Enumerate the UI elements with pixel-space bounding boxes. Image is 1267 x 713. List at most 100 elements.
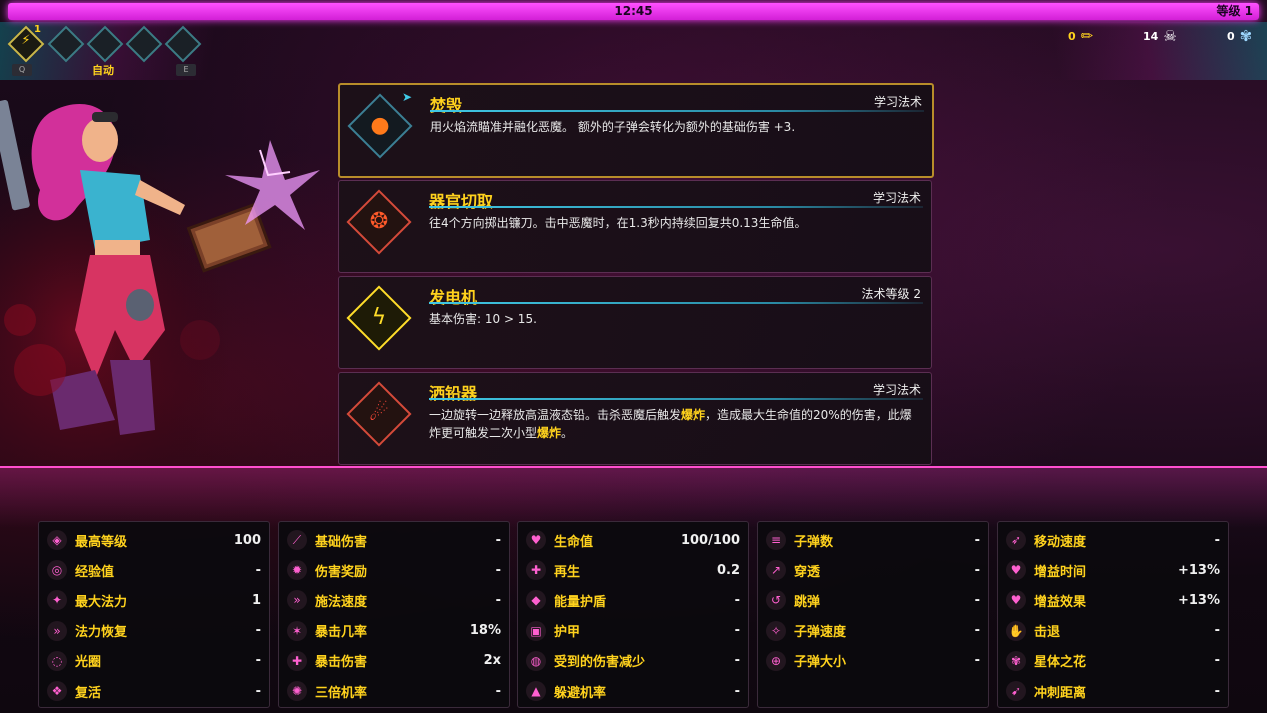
spell-card-saqianqi[interactable]: ☄ 洒铅器 学习法术 一边旋转一边释放高温液态铅。击杀恶魔后触发爆炸，造成最大生…: [338, 372, 932, 465]
stat-row[interactable]: ✹ 伤害奖励 -: [287, 557, 501, 583]
stat-row[interactable]: ▲ 躲避机率 -: [526, 678, 740, 704]
flower-counter: 0 ✾: [1227, 27, 1252, 45]
bounce-icon: ↺: [766, 590, 786, 611]
stat-name: 伤害奖励: [315, 564, 368, 580]
spell-card-qiguan[interactable]: ❂ 器官切取 学习法术 往4个方向掷出镰刀。击中恶魔时，在1.3秒内持续回复共0…: [338, 180, 932, 273]
stat-value: -: [974, 653, 980, 669]
stat-name: 最高等级: [75, 534, 128, 550]
stat-row[interactable]: » 法力恢复 -: [47, 618, 261, 644]
stat-row[interactable]: ↗ 穿透 -: [766, 557, 980, 583]
stat-value: -: [495, 683, 501, 699]
stat-row[interactable]: ♥ 增益时间 +13%: [1006, 557, 1220, 583]
mana-icon: ✦: [47, 590, 67, 611]
auto-toggle[interactable]: 自动: [92, 62, 114, 78]
stat-row[interactable]: ✾ 星体之花 -: [1006, 648, 1220, 674]
max-level-icon: ◈: [47, 530, 67, 550]
stat-name: 能量护盾: [554, 594, 607, 610]
skull-count: 14: [1143, 29, 1159, 43]
flower-icon: ✾: [1239, 27, 1253, 45]
stat-value: 0.2: [716, 562, 740, 578]
card-title: 发电机: [429, 288, 478, 307]
stat-row[interactable]: ❖ 复活 -: [47, 678, 261, 704]
flower-count: 0: [1227, 29, 1235, 43]
stat-name: 暴击几率: [315, 625, 368, 641]
lightning-icon: ⚡: [21, 33, 31, 49]
xp-icon: ◎: [47, 560, 67, 581]
stat-row[interactable]: ♥ 生命值 100/100: [526, 527, 740, 553]
stat-name: 施法速度: [315, 594, 368, 610]
triple-chance-icon: ✺: [287, 681, 307, 701]
stat-name: 最大法力: [75, 594, 128, 610]
stat-row[interactable]: ◈ 最高等级 100: [47, 527, 261, 553]
aura-icon: ◌: [47, 650, 67, 671]
stat-value: -: [1214, 653, 1220, 669]
stat-row[interactable]: ◌ 光圈 -: [47, 648, 261, 674]
card-tag: 学习法术: [873, 95, 922, 109]
spell-icon-frame: ❂: [346, 189, 412, 255]
stat-value: -: [255, 562, 261, 578]
card-divider: [430, 110, 924, 112]
stat-row[interactable]: ◎ 经验值 -: [47, 557, 261, 583]
stat-row[interactable]: ↺ 跳弹 -: [766, 587, 980, 613]
stat-row[interactable]: » 施法速度 -: [287, 587, 501, 613]
stats-panel-3: ♥ 生命值 100/100 ✚ 再生 0.2 ◆ 能量护盾 - ▣ 护甲 - ◍ 受到的伤害减少 - ▲ 躲避机…: [517, 521, 749, 708]
stat-row[interactable]: ✶ 暴击几率 18%: [287, 618, 501, 644]
stat-row[interactable]: ✧ 子弹速度 -: [766, 618, 980, 644]
stat-row[interactable]: ✺ 三倍机率 -: [287, 678, 501, 704]
card-divider: [429, 398, 923, 400]
xp-bar: 12:45 等级 1: [8, 3, 1259, 20]
key-e: E: [176, 64, 196, 76]
stat-row[interactable]: ◆ 能量护盾 -: [526, 587, 740, 613]
stat-row[interactable]: ▣ 护甲 -: [526, 618, 740, 644]
damage-reduction-icon: ◍: [526, 650, 546, 671]
stat-row[interactable]: ⟋ 基础伤害 -: [287, 527, 501, 553]
player-level: 等级 1: [1216, 4, 1253, 18]
card-divider: [429, 206, 923, 208]
stat-row[interactable]: ◍ 受到的伤害减少 -: [526, 648, 740, 674]
stat-name: 冲刺距离: [1034, 685, 1087, 701]
key-q: Q: [12, 64, 32, 76]
stat-name: 星体之花: [1034, 655, 1087, 671]
stat-row[interactable]: ✚ 暴击伤害 2x: [287, 648, 501, 674]
stat-value: -: [1214, 683, 1220, 699]
stat-name: 穿透: [794, 564, 821, 580]
stat-row[interactable]: ✦ 最大法力 1: [47, 587, 261, 613]
shield-icon: ◆: [526, 590, 546, 611]
stat-name: 护甲: [554, 625, 581, 641]
spell-card-fenhui[interactable]: ● ➤ 焚毁 学习法术 用火焰流瞄准并融化恶魔。 额外的子弹会转化为额外的基础伤…: [338, 83, 934, 178]
stat-name: 击退: [1034, 625, 1061, 641]
card-tag: 学习法术: [872, 191, 921, 205]
lightning-icon: ϟ: [371, 305, 387, 330]
stat-value: -: [974, 562, 980, 578]
stat-name: 复活: [75, 685, 102, 701]
spell-icon-frame: ϟ: [346, 285, 412, 351]
stat-row[interactable]: ⊕ 子弹大小 -: [766, 648, 980, 674]
stat-row[interactable]: ➶ 移动速度 -: [1006, 527, 1220, 553]
stat-value: -: [255, 653, 261, 669]
stat-row[interactable]: ✚ 再生 0.2: [526, 557, 740, 583]
stats-panel-5: ➶ 移动速度 - ♥ 增益时间 +13% ♥ 增益效果 +13% ✋ 击退 - ✾ 星体之花 - ➹ 冲刺距离 -: [997, 521, 1229, 708]
pencil-icon: ✏: [1080, 27, 1094, 45]
damage-icon: ⟋: [287, 530, 307, 550]
keyword-explosion: 爆炸: [537, 426, 562, 440]
cast-speed-icon: »: [287, 590, 307, 611]
stat-name: 再生: [554, 564, 581, 580]
stat-value: 2x: [483, 653, 501, 669]
armor-icon: ▣: [526, 620, 546, 641]
pencil-count: 0: [1068, 29, 1076, 43]
stat-value: 100: [233, 532, 261, 548]
stat-row[interactable]: ♥ 增益效果 +13%: [1006, 587, 1220, 613]
desc-text: 。: [561, 426, 574, 440]
stat-row[interactable]: ≡ 子弹数 -: [766, 527, 980, 553]
stat-value: -: [734, 623, 740, 639]
stat-value: +13%: [1177, 592, 1220, 608]
stat-row[interactable]: ✋ 击退 -: [1006, 618, 1220, 644]
stat-name: 子弹大小: [794, 655, 847, 671]
stat-name: 光圈: [75, 655, 102, 671]
health-icon: ♥: [526, 530, 546, 550]
spell-card-fadianji[interactable]: ϟ 发电机 法术等级 2 基本伤害: 10 > 15.: [338, 276, 932, 369]
buff-duration-icon: ♥: [1006, 560, 1026, 581]
pencil-counter: 0 ✏: [1068, 27, 1093, 45]
mana-regen-icon: »: [47, 620, 67, 641]
stat-row[interactable]: ➹ 冲刺距离 -: [1006, 678, 1220, 704]
